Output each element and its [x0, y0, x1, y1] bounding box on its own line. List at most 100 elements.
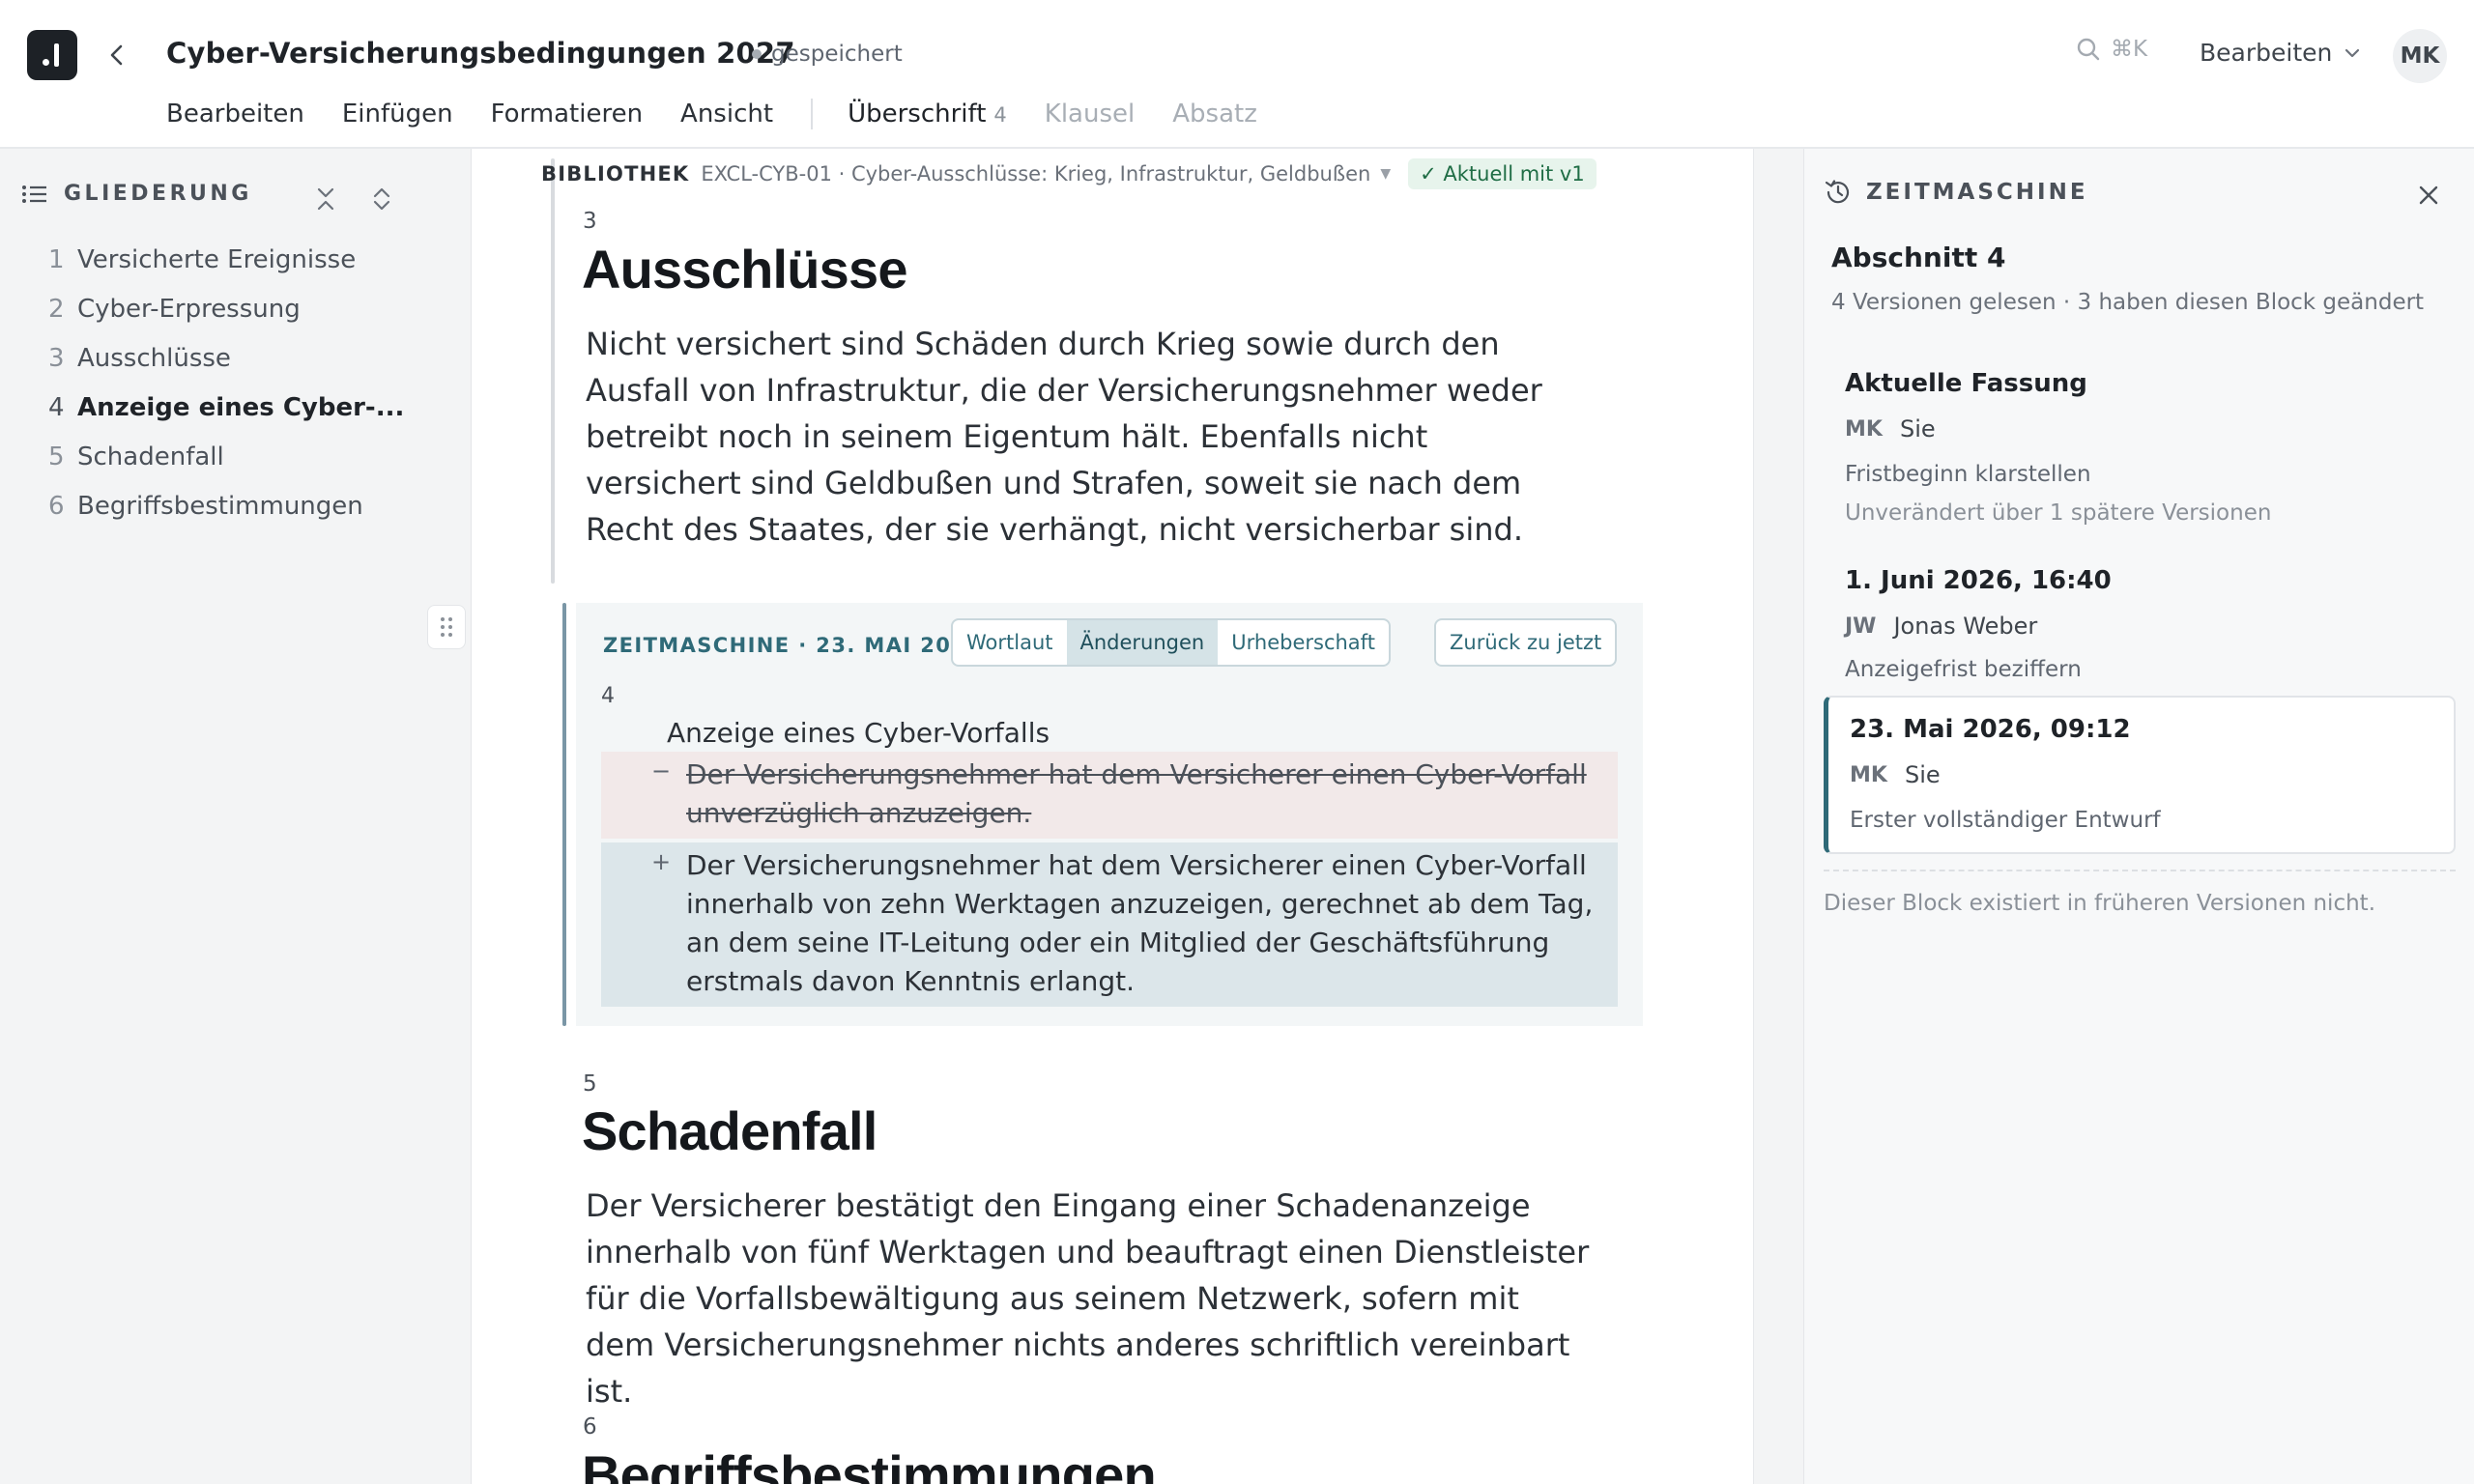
author-initials: JW: [1845, 614, 1877, 639]
section-number: 3: [583, 209, 597, 234]
version-title: Aktuelle Fassung: [1845, 369, 2087, 398]
outline-item-label: Ausschlüsse: [77, 344, 231, 373]
outline-item-number: 2: [48, 295, 65, 324]
mode-label: Bearbeiten: [2200, 39, 2333, 67]
outline-item-label: Cyber-Erpressung: [77, 295, 301, 324]
version-entry[interactable]: Aktuelle Fassung MK Sie Fristbeginn klar…: [1824, 352, 2456, 535]
version-title: 1. Juni 2026, 16:40: [1845, 566, 2112, 595]
menu-context-paragraph[interactable]: Absatz: [1172, 100, 1257, 128]
document-area: BIBLIOTHEK EXCL-CYB-01 · Cyber-Ausschlüs…: [472, 149, 1803, 1484]
mode-dropdown[interactable]: Bearbeiten: [2200, 39, 2361, 67]
collapse-icon: [317, 187, 334, 211]
panel-footer-note: Dieser Block existiert in früheren Versi…: [1824, 891, 2376, 916]
version-author: MK Sie: [1850, 761, 1941, 788]
section-number: 5: [583, 1071, 597, 1097]
app-logo[interactable]: [27, 30, 77, 80]
menu-bar: Bearbeiten Einfügen Formatieren Ansicht …: [166, 97, 1295, 131]
section-title[interactable]: Begriffsbestimmungen: [582, 1443, 1157, 1484]
outline-item-number: 6: [48, 492, 65, 521]
section-number: 4: [601, 684, 615, 708]
save-status-dot: [752, 49, 762, 59]
outline-item-label: Begriffsbestimmungen: [77, 492, 363, 521]
search-shortcut: ⌘K: [2111, 37, 2148, 62]
added-text: Der Versicherungsnehmer hat dem Versiche…: [686, 849, 1594, 997]
section-body[interactable]: Nicht versichert sind Schäden durch Krie…: [586, 321, 1591, 553]
section-title[interactable]: Schadenfall: [582, 1099, 877, 1162]
section-title[interactable]: Ausschlüsse: [582, 238, 908, 300]
menu-insert[interactable]: Einfügen: [342, 100, 453, 128]
author-initials: MK: [1845, 416, 1883, 442]
version-note: Erster vollständiger Entwurf: [1850, 808, 2161, 833]
context-count: 4: [993, 103, 1007, 127]
version-entry[interactable]: 1. Juni 2026, 16:40 JW Jonas Weber Anzei…: [1824, 549, 2456, 694]
menu-view[interactable]: Ansicht: [680, 100, 773, 128]
outline-item[interactable]: 2 Cyber-Erpressung: [48, 295, 404, 344]
chevron-left-icon: [110, 44, 123, 66]
drag-handle[interactable]: [427, 605, 466, 649]
logo-dot: [43, 59, 49, 66]
plus-icon: +: [651, 848, 672, 875]
context-label: Überschrift: [848, 100, 987, 128]
timemachine-block-marker: [562, 603, 566, 1026]
outline-item[interactable]: 1 Versicherte Ereignisse: [48, 245, 404, 295]
view-wording-button[interactable]: Wortlaut: [953, 620, 1067, 665]
collapse-all-button[interactable]: [311, 182, 340, 216]
view-changes-button[interactable]: Änderungen: [1066, 620, 1219, 665]
expand-all-button[interactable]: [367, 182, 396, 216]
outline-item-number: 1: [48, 245, 65, 274]
deleted-text: Der Versicherungsnehmer hat dem Versiche…: [686, 758, 1587, 829]
outline-item[interactable]: 3 Ausschlüsse: [48, 344, 404, 393]
timemachine-label: ZEITMASCHINE · 23. MAI 2026: [603, 634, 983, 657]
user-avatar[interactable]: MK: [2393, 29, 2447, 83]
author-name: Sie: [1899, 415, 1936, 442]
section-heading: Anzeige eines Cyber-Vorfalls: [667, 717, 1050, 749]
author-name: Sie: [1904, 761, 1941, 788]
caret-down-icon[interactable]: ▼: [1380, 166, 1391, 182]
panel-section-title: Abschnitt 4: [1831, 242, 2006, 273]
view-mode-toggle: Wortlaut Änderungen Urheberschaft: [951, 618, 1391, 667]
save-status-label: gespeichert: [771, 42, 903, 67]
menu-context-clause[interactable]: Klausel: [1045, 100, 1135, 128]
search-button[interactable]: ⌘K: [2076, 37, 2147, 62]
document-title[interactable]: Cyber-Versicherungsbedingungen 2027: [166, 37, 795, 70]
save-status: gespeichert: [752, 42, 903, 67]
diff-added-line: + Der Versicherungsnehmer hat dem Versic…: [601, 842, 1618, 1007]
version-entry-selected[interactable]: 23. Mai 2026, 09:12 MK Sie Erster vollst…: [1824, 696, 2456, 854]
logo-bar: [54, 43, 59, 67]
outline-item[interactable]: 6 Begriffsbestimmungen: [48, 492, 404, 541]
section-body[interactable]: Der Versicherer bestätigt den Eingang ei…: [586, 1183, 1591, 1414]
outline-item-number: 4: [48, 393, 65, 422]
library-status-badge: ✓ Aktuell mit v1: [1408, 158, 1597, 189]
library-reference[interactable]: EXCL-CYB-01 · Cyber-Ausschlüsse: Krieg, …: [701, 162, 1370, 186]
top-bar: Cyber-Versicherungsbedingungen 2027 gesp…: [0, 0, 2474, 149]
menu-divider: [811, 99, 814, 129]
version-note: Anzeigefrist beziffern: [1845, 657, 2082, 682]
close-panel-button[interactable]: [2413, 178, 2444, 213]
version-author: MK Sie: [1845, 415, 1936, 442]
author-initials: MK: [1850, 762, 1887, 787]
close-icon: [2419, 186, 2438, 205]
grip-icon: [441, 617, 452, 637]
timemachine-diff-block: ZEITMASCHINE · 23. MAI 2026 Wortlaut Änd…: [576, 603, 1643, 1026]
outline-item-active[interactable]: 4 Anzeige eines Cyber-...: [48, 393, 404, 442]
menu-edit[interactable]: Bearbeiten: [166, 100, 304, 128]
chevron-down-icon: [2345, 48, 2360, 57]
view-authorship-button[interactable]: Urheberschaft: [1218, 620, 1389, 665]
outline-title: GLIEDERUNG: [64, 182, 252, 206]
back-button[interactable]: [101, 37, 133, 73]
author-name: Jonas Weber: [1893, 613, 2038, 640]
back-to-now-button[interactable]: Zurück zu jetzt: [1434, 618, 1618, 667]
menu-context-heading[interactable]: Überschrift 4: [848, 100, 1007, 128]
version-title: 23. Mai 2026, 09:12: [1850, 715, 2131, 744]
outline-header: GLIEDERUNG: [21, 182, 408, 211]
version-unchanged-note: Unverändert über 1 spätere Versionen: [1845, 500, 2272, 526]
library-label: BIBLIOTHEK: [541, 162, 690, 186]
outline-item-label: Anzeige eines Cyber-...: [77, 393, 405, 422]
version-author: JW Jonas Weber: [1845, 613, 2037, 640]
outline-item-label: Schadenfall: [77, 442, 224, 471]
version-note: Fristbeginn klarstellen: [1845, 462, 2091, 487]
diff-deleted-line: − Der Versicherungsnehmer hat dem Versic…: [601, 752, 1618, 839]
menu-format[interactable]: Formatieren: [491, 100, 643, 128]
outline-list: 1 Versicherte Ereignisse 2 Cyber-Erpressun…: [48, 245, 404, 541]
outline-item[interactable]: 5 Schadenfall: [48, 442, 404, 492]
